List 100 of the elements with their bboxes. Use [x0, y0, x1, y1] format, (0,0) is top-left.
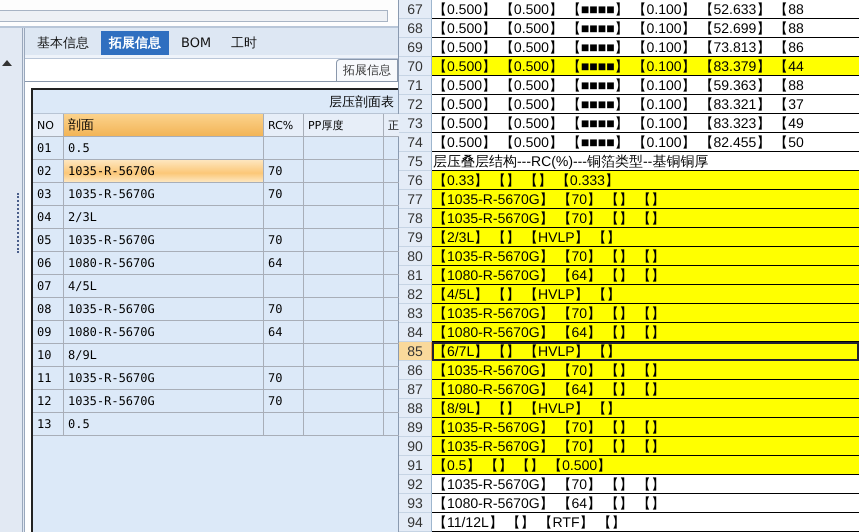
row-number[interactable]: 71 — [399, 76, 432, 95]
sheet-cell[interactable]: 【1080-R-5670G】 【64】 【】 【】 — [432, 380, 859, 399]
table-cell: 03 — [33, 183, 64, 206]
sheet-cell[interactable]: 【1035-R-5670G】 【70】 【】 【】 — [432, 304, 859, 323]
table-cell[interactable]: 0.5 — [64, 413, 264, 436]
table-cell[interactable]: 1035-R-5670G — [64, 298, 264, 321]
column-header[interactable]: NO — [33, 114, 64, 137]
row-number[interactable]: 78 — [399, 209, 432, 228]
sheet-cell[interactable]: 【1035-R-5670G】 【70】 【】 【】 — [432, 247, 859, 266]
sheet-cell[interactable]: 【1080-R-5670G】 【64】 【】 【】 — [432, 494, 859, 513]
sheet-cell[interactable]: 【4/5L】 【】 【HVLP】 【】 — [432, 285, 859, 304]
table-cell: 05 — [33, 229, 64, 252]
row-number[interactable]: 87 — [399, 380, 432, 399]
table-cell: 70 — [264, 183, 304, 206]
table-cell[interactable]: 1080-R-5670G — [64, 321, 264, 344]
table-cell: 01 — [33, 137, 64, 160]
tab[interactable]: 拓展信息 — [101, 31, 169, 55]
row-number[interactable]: 83 — [399, 304, 432, 323]
row-number[interactable]: 72 — [399, 95, 432, 114]
table-cell[interactable]: 1035-R-5670G — [64, 367, 264, 390]
row-number[interactable]: 76 — [399, 171, 432, 190]
sheet-cell[interactable]: 【1080-R-5670G】 【64】 【】 【】 — [432, 266, 859, 285]
row-number[interactable]: 88 — [399, 399, 432, 418]
table-cell: 70 — [264, 390, 304, 413]
row-number[interactable]: 67 — [399, 0, 432, 19]
sheet-cell[interactable]: 【11/12L】 【】 【RTF】 【】 — [432, 513, 859, 532]
splitter-handle[interactable] — [17, 193, 22, 253]
sheet-cell[interactable]: 【0.500】 【0.500】 【■■■■】 【0.100】 【52.699】 【88 — [432, 19, 859, 38]
table-cell[interactable]: 1080-R-5670G — [64, 252, 264, 275]
row-number[interactable]: 82 — [399, 285, 432, 304]
sheet-cell[interactable]: 【0.500】 【0.500】 【■■■■】 【0.100】 【83.323】 【49 — [432, 114, 859, 133]
table-cell: 64 — [264, 321, 304, 344]
sheet-cell[interactable]: 【1035-R-5670G】 【70】 【】 【】 — [432, 437, 859, 456]
sheet-cell[interactable]: 【1035-R-5670G】 【70】 【】 【】 — [432, 190, 859, 209]
sheet-cell[interactable]: 【1035-R-5670G】 【70】 【】 【】 — [432, 209, 859, 228]
table-cell: 70 — [264, 367, 304, 390]
sheet-cell[interactable]: 【0.500】 【0.500】 【■■■■】 【0.100】 【52.633】 【88 — [432, 0, 859, 19]
column-header[interactable]: RC% — [264, 114, 304, 137]
tab[interactable]: 工时 — [223, 31, 266, 55]
row-number[interactable]: 75 — [399, 152, 432, 171]
table-cell[interactable]: 2/3L — [64, 206, 264, 229]
sheet-cell[interactable]: 【0.5】 【】 【】 【0.500】 — [432, 456, 859, 475]
table-cell: 10 — [33, 344, 64, 367]
column-header[interactable]: 剖面 — [64, 114, 264, 137]
table-cell: 70 — [264, 160, 304, 183]
table-cell — [264, 137, 304, 160]
sheet-cell[interactable]: 【0.500】 【0.500】 【■■■■】 【0.100】 【82.455】 【50 — [432, 133, 859, 152]
row-number[interactable]: 94 — [399, 513, 432, 532]
row-number[interactable]: 68 — [399, 19, 432, 38]
row-number[interactable]: 84 — [399, 323, 432, 342]
sheet-cell[interactable]: 【0.500】 【0.500】 【■■■■】 【0.100】 【83.321】 【37 — [432, 95, 859, 114]
table-cell: 09 — [33, 321, 64, 344]
table-cell — [264, 206, 304, 229]
sheet-cell[interactable]: 【1035-R-5670G】 【70】 【】 【】 — [432, 475, 859, 494]
table-cell[interactable]: 1035-R-5670G — [64, 183, 264, 206]
table-cell[interactable]: 8/9L — [64, 344, 264, 367]
row-number[interactable]: 93 — [399, 494, 432, 513]
table-cell: 70 — [264, 298, 304, 321]
tab[interactable]: BOM — [173, 31, 220, 55]
table-cell — [264, 275, 304, 298]
table-cell[interactable]: 1035-R-5670G — [64, 390, 264, 413]
sheet-cell[interactable]: 【0.500】 【0.500】 【■■■■】 【0.100】 【83.379】 【44 — [432, 57, 859, 76]
sheet-cell[interactable]: 【0.500】 【0.500】 【■■■■】 【0.100】 【59.363】 【88 — [432, 76, 859, 95]
scroll-up-icon[interactable] — [2, 60, 12, 66]
row-number[interactable]: 79 — [399, 228, 432, 247]
table-cell[interactable]: 1035-R-5670G — [64, 160, 264, 183]
table-cell: 08 — [33, 298, 64, 321]
table-cell: 11 — [33, 367, 64, 390]
sheet-cell[interactable]: 【0.33】 【】 【】 【0.333】 — [432, 171, 859, 190]
tab[interactable]: 基本信息 — [29, 31, 97, 55]
table-cell — [264, 344, 304, 367]
sheet-cell[interactable]: 【1080-R-5670G】 【64】 【】 【】 — [432, 323, 859, 342]
table-cell[interactable]: 1035-R-5670G — [64, 229, 264, 252]
sheet-cell[interactable]: 【2/3L】 【】 【HVLP】 【】 — [432, 228, 859, 247]
row-number[interactable]: 73 — [399, 114, 432, 133]
row-number[interactable]: 86 — [399, 361, 432, 380]
sub-tab[interactable]: 拓展信息 — [336, 59, 398, 81]
row-number[interactable]: 91 — [399, 456, 432, 475]
sheet-cell[interactable]: 【8/9L】 【】 【HVLP】 【】 — [432, 399, 859, 418]
row-number[interactable]: 80 — [399, 247, 432, 266]
table-cell: 70 — [264, 229, 304, 252]
sheet-cell[interactable]: 【1035-R-5670G】 【70】 【】 【】 — [432, 418, 859, 437]
sheet-cell[interactable]: 【6/7L】 【】 【HVLP】 【】 — [432, 342, 859, 361]
sheet-cell[interactable]: 【1035-R-5670G】 【70】 【】 【】 — [432, 361, 859, 380]
row-number[interactable]: 89 — [399, 418, 432, 437]
table-cell[interactable]: 4/5L — [64, 275, 264, 298]
table-cell: 04 — [33, 206, 64, 229]
table-cell: 06 — [33, 252, 64, 275]
row-number[interactable]: 90 — [399, 437, 432, 456]
table-cell: 64 — [264, 252, 304, 275]
column-header[interactable]: PP厚度 — [304, 114, 384, 137]
row-number[interactable]: 69 — [399, 38, 432, 57]
column-header[interactable]: 正 — [384, 114, 400, 137]
row-number[interactable]: 70 — [399, 57, 432, 76]
table-cell: 12 — [33, 390, 64, 413]
row-number[interactable]: 92 — [399, 475, 432, 494]
row-number[interactable]: 81 — [399, 266, 432, 285]
row-number[interactable]: 85 — [399, 342, 432, 361]
row-number[interactable]: 74 — [399, 133, 432, 152]
row-number[interactable]: 77 — [399, 190, 432, 209]
